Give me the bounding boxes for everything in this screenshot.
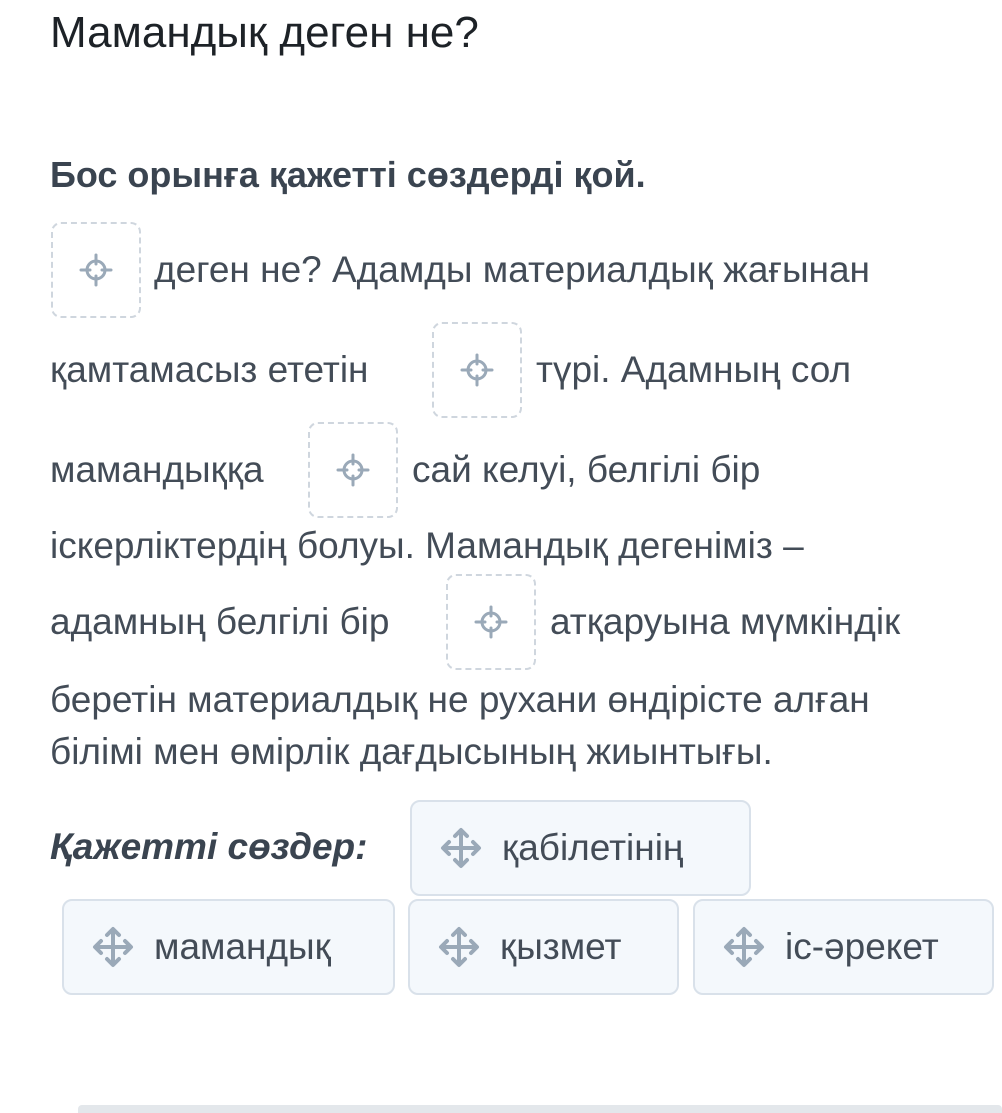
sentence-text: атқаруына мүмкіндік	[550, 601, 901, 642]
bottom-panel-edge	[78, 1105, 1002, 1113]
target-icon	[79, 253, 113, 287]
target-icon	[474, 605, 508, 639]
instruction-text: Бос орынға қажетті сөздерді қой.	[50, 154, 646, 195]
drop-zone-1[interactable]	[51, 222, 141, 318]
sentence-text: адамның белгілі бір	[50, 601, 390, 642]
sentence-text: білімі мен өмірлік дағдысының жиынтығы.	[50, 731, 773, 772]
word-chip-label: қабілетінің	[502, 827, 684, 868]
sentence-text: сай келуі, белгілі бір	[412, 449, 761, 490]
word-chip-label: іс-әрекет	[785, 926, 939, 967]
sentence-text: деген не? Адамды материалдық жағынан	[154, 249, 870, 290]
move-icon	[441, 828, 481, 868]
move-icon	[93, 927, 133, 967]
sentence-text: беретін материалдық не рухани өндірісте …	[50, 679, 870, 720]
word-chip[interactable]: қызмет	[408, 899, 679, 995]
drop-zone-2[interactable]	[432, 322, 522, 418]
sentence-text: іскерліктердің болуы. Мамандық дегеніміз…	[50, 525, 804, 566]
drop-zone-3[interactable]	[308, 422, 398, 518]
sentence-text: мамандыққа	[50, 449, 264, 490]
word-chip[interactable]: іс-әрекет	[693, 899, 994, 995]
target-icon	[336, 453, 370, 487]
word-chip-label: қызмет	[500, 926, 622, 967]
move-icon	[439, 927, 479, 967]
drop-zone-4[interactable]	[446, 574, 536, 670]
page-title: Мамандық деген не?	[50, 8, 479, 57]
word-bank-label: Қажетті сөздер:	[50, 826, 368, 867]
word-chip-label: мамандық	[154, 926, 331, 967]
word-chip[interactable]: қабілетінің	[410, 800, 751, 896]
word-chip[interactable]: мамандық	[62, 899, 395, 995]
move-icon	[724, 927, 764, 967]
sentence-text: түрі. Адамның сол	[536, 349, 852, 390]
sentence-text: қамтамасыз ететін	[50, 349, 369, 390]
target-icon	[460, 353, 494, 387]
